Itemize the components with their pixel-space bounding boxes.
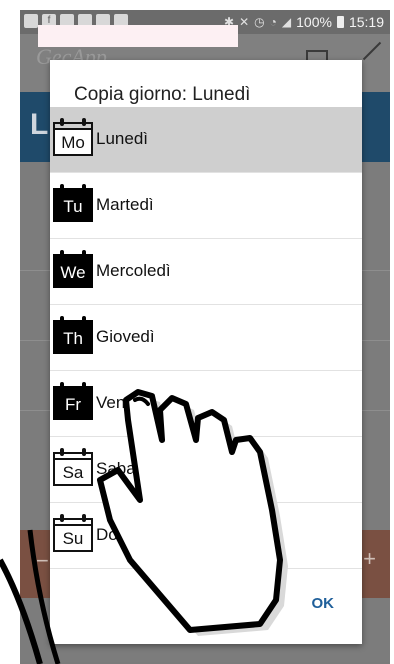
clock: 15:19 xyxy=(348,14,384,30)
signal-icon: ◢ xyxy=(281,15,292,29)
day-label: Venerdì xyxy=(96,393,155,412)
day-list: Mo Lunedì Tu Martedì We Mercoledì Th Giovedì Fr V… xyxy=(50,107,362,569)
day-list-item[interactable]: Fr Venerdì xyxy=(50,371,362,437)
battery-icon xyxy=(336,16,344,28)
day-list-item[interactable]: Su Domenica xyxy=(50,503,362,569)
calendar-icon: Th xyxy=(53,316,93,354)
wifi-icon: ◔ xyxy=(269,15,277,29)
calendar-day-abbr: Fr xyxy=(53,392,93,420)
mute-icon: ✕ xyxy=(239,15,250,29)
day-list-item[interactable]: Mo Lunedì xyxy=(50,107,362,173)
app-day-letter: L xyxy=(30,108,49,141)
calendar-day-abbr: Sa xyxy=(53,458,93,486)
dialog-title: Copia giorno: Lunedì xyxy=(74,84,251,105)
battery-percent: 100% xyxy=(296,14,332,30)
calendar-icon: Tu xyxy=(53,184,93,222)
calendar-day-abbr: Su xyxy=(53,524,93,552)
calendar-icon: Sa xyxy=(53,448,93,486)
copy-day-dialog: Copia giorno: Lunedì Mo Lunedì Tu Martedì We… xyxy=(50,60,362,644)
calendar-day-abbr: We xyxy=(53,260,93,288)
day-label: Martedì xyxy=(96,195,154,214)
redaction-mask xyxy=(38,25,238,47)
day-list-item[interactable]: Sa Sabato xyxy=(50,437,362,503)
minus-button[interactable]: − xyxy=(36,548,49,574)
calendar-day-abbr: Th xyxy=(53,326,93,354)
calendar-icon: We xyxy=(53,250,93,288)
calendar-day-abbr: Tu xyxy=(53,194,93,222)
calendar-icon: Su xyxy=(53,514,93,552)
day-label: Mercoledì xyxy=(96,261,171,280)
day-label: Giovedì xyxy=(96,327,155,346)
day-list-item[interactable]: Tu Martedì xyxy=(50,173,362,239)
calendar-icon: Mo xyxy=(53,118,93,156)
alarm-icon: ◷ xyxy=(254,15,265,29)
gallery-icon xyxy=(24,14,38,28)
phone-screen: GecApp L − + f ✱ ✕ ◷ ◔ ◢ 100% 15:19 Copi… xyxy=(0,0,394,664)
calendar-icon: Fr xyxy=(53,382,93,420)
day-label: Domenica xyxy=(96,525,173,544)
day-list-item[interactable]: We Mercoledì xyxy=(50,239,362,305)
calendar-day-abbr: Mo xyxy=(53,128,93,156)
ok-button[interactable]: OK xyxy=(312,595,335,612)
day-list-item[interactable]: Th Giovedì xyxy=(50,305,362,371)
day-label: Lunedì xyxy=(96,129,148,148)
plus-button[interactable]: + xyxy=(363,546,376,572)
day-label: Sabato xyxy=(96,459,150,478)
